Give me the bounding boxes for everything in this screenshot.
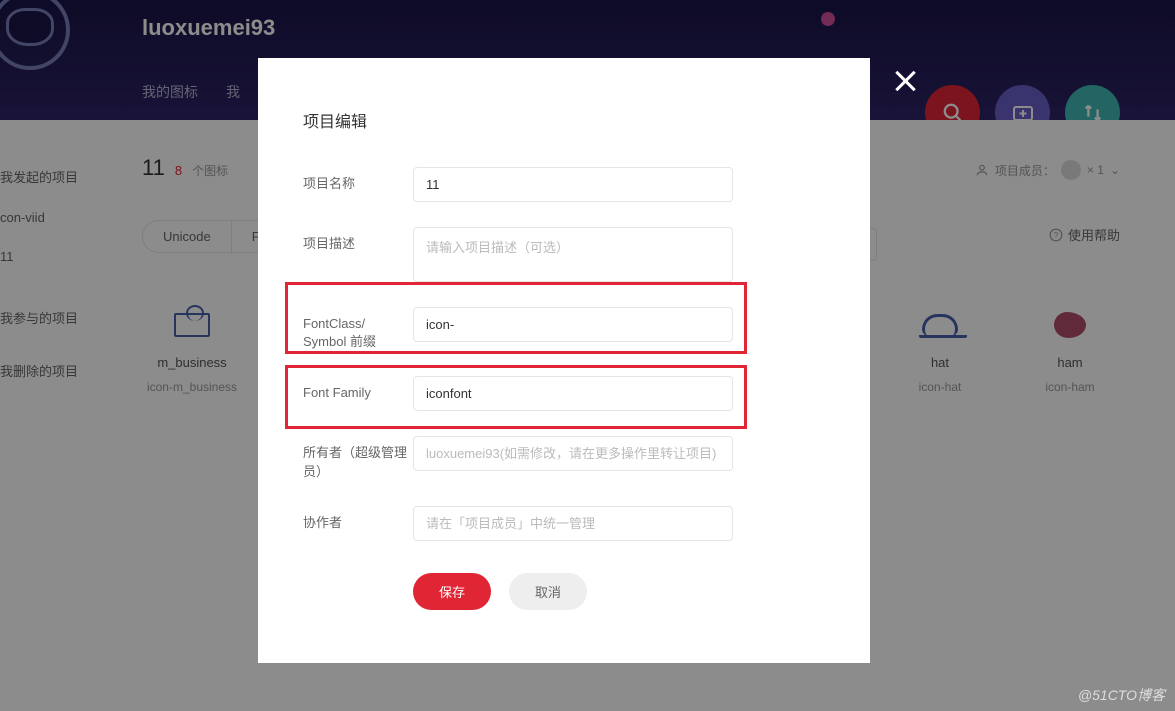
project-desc-input[interactable] (413, 227, 733, 282)
owner-label: 所有者（超级管理员） (303, 436, 413, 480)
modal-title: 项目编辑 (303, 108, 825, 132)
collab-label: 协作者 (303, 506, 413, 532)
collaborator-input (413, 506, 733, 541)
watermark: @51CTO博客 (1078, 685, 1165, 705)
family-label: Font Family (303, 376, 413, 402)
name-label: 项目名称 (303, 167, 413, 193)
owner-input (413, 436, 733, 471)
cancel-button[interactable]: 取消 (509, 573, 587, 610)
project-name-input[interactable] (413, 167, 733, 202)
desc-label: 项目描述 (303, 227, 413, 253)
save-button[interactable]: 保存 (413, 573, 491, 610)
font-family-input[interactable] (413, 376, 733, 411)
project-edit-modal: 项目编辑 项目名称 项目描述 FontClass/ Symbol 前缀 Font… (258, 58, 870, 663)
fontclass-prefix-input[interactable] (413, 307, 733, 342)
close-icon[interactable] (890, 66, 920, 96)
prefix-label: FontClass/ Symbol 前缀 (303, 307, 413, 351)
